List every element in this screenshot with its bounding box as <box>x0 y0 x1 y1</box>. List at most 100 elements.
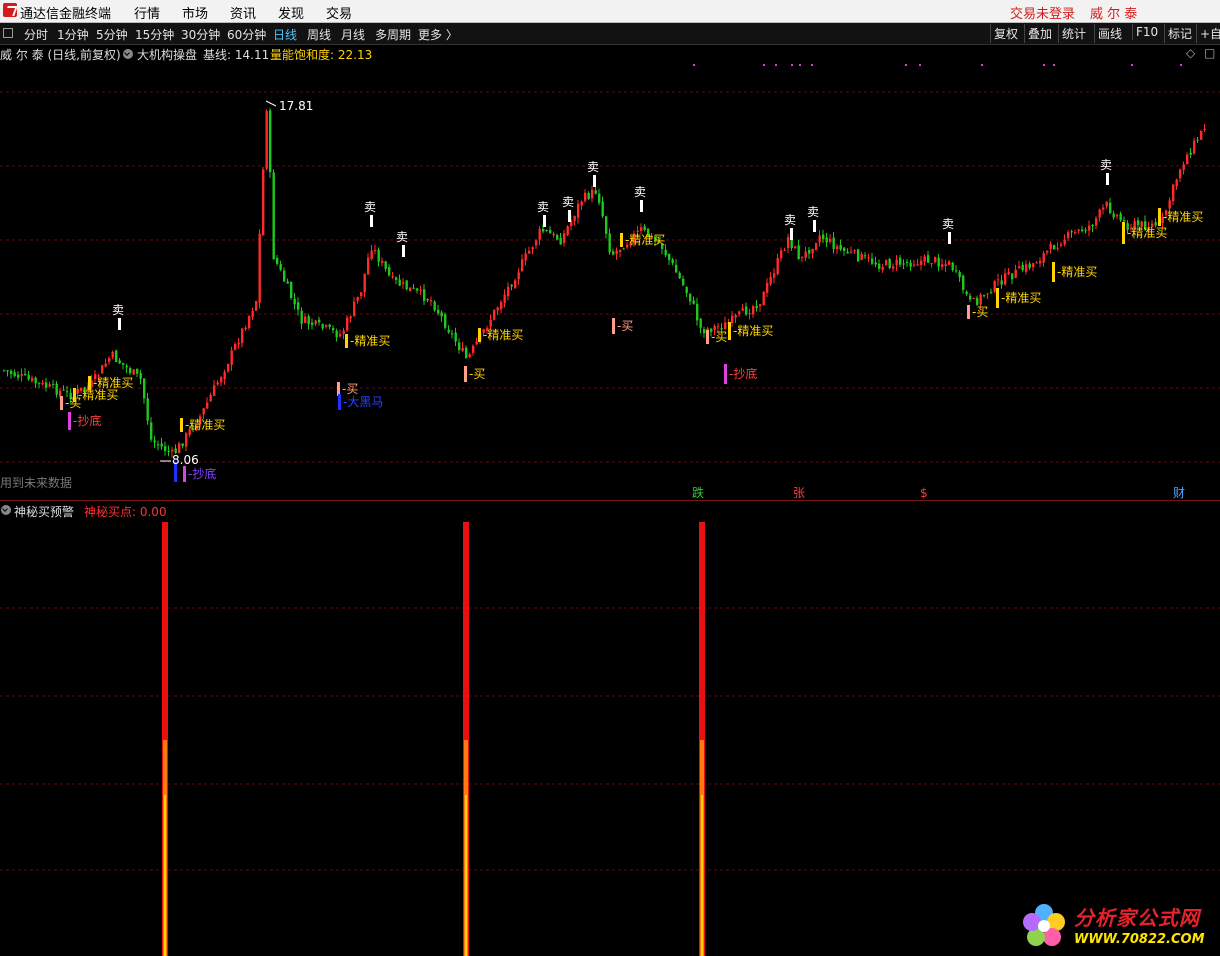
candle-body <box>535 240 538 246</box>
candle-body <box>836 246 839 250</box>
candle-body <box>374 250 377 252</box>
precise-buy-label: -精准买 <box>350 334 390 348</box>
future-data-note: 用到未来数据 <box>0 476 73 490</box>
candle-body <box>468 354 471 358</box>
candle-body <box>321 324 324 329</box>
candle-body <box>1060 244 1063 246</box>
bottom-label: -抄底 <box>73 413 101 428</box>
candle-body <box>66 391 69 393</box>
candle-body <box>143 378 146 399</box>
candle-body <box>976 298 979 305</box>
candle-body <box>1175 179 1178 187</box>
precise-buy-bar <box>1122 222 1125 244</box>
candle-body <box>1011 273 1014 280</box>
candle-body <box>752 306 755 315</box>
candle-body <box>181 443 184 447</box>
candle-body <box>598 193 601 203</box>
candle-body <box>451 333 454 335</box>
indicator-panel-name[interactable]: 神秘买预警 <box>14 503 74 520</box>
candle-body <box>895 259 898 266</box>
candle-body <box>1067 232 1070 239</box>
sell-bar <box>813 220 816 232</box>
top-dot <box>799 64 801 66</box>
candle-body <box>594 190 597 194</box>
sell-bar <box>402 245 405 257</box>
candle-body <box>909 262 912 267</box>
top-dot <box>1180 64 1182 66</box>
candle-body <box>822 234 825 240</box>
indicator-dropdown-icon-2[interactable] <box>1 505 11 515</box>
candle-body <box>503 294 506 304</box>
sell-bar <box>543 215 546 227</box>
candle-body <box>157 444 160 446</box>
indicator-panel-value: 神秘买点: 0.00 <box>84 505 167 519</box>
candle-body <box>605 216 608 234</box>
precise-buy-bar <box>345 334 348 348</box>
sell-label: 卖 <box>634 185 646 199</box>
candle-body <box>325 325 328 327</box>
candle-body <box>685 286 688 294</box>
candle-body <box>864 255 867 257</box>
candle-body <box>167 450 170 452</box>
candle-body <box>213 385 216 396</box>
candle-body <box>269 110 272 173</box>
candle-body <box>797 245 800 259</box>
candle-body <box>405 280 408 290</box>
buy-label: -买 <box>711 330 727 344</box>
candle-body <box>1091 224 1094 227</box>
panel-divider[interactable] <box>0 500 1220 501</box>
candle-body <box>1102 207 1105 210</box>
candle-body <box>1074 232 1077 234</box>
precise-buy-label: -精准买 <box>1163 210 1203 224</box>
candle-body <box>808 249 811 254</box>
flower-logo-icon <box>1023 904 1065 946</box>
candle-body <box>55 383 58 395</box>
candle-body <box>643 226 646 230</box>
candle-body <box>682 278 685 286</box>
candle-body <box>118 360 121 364</box>
candle-body <box>500 302 503 310</box>
kline-chart[interactable]: 卖卖卖卖 卖卖卖卖卖卖卖-精准买-精准买-精准买-精准买 -精准买-精准买-精准买-… <box>0 0 1220 956</box>
buy-label: -买 <box>469 367 485 381</box>
candle-body <box>206 402 209 409</box>
top-dot <box>1053 64 1055 66</box>
candle-body <box>234 343 237 350</box>
candle-body <box>888 258 891 268</box>
candle-body <box>356 296 359 301</box>
price-high-pointer <box>265 100 277 107</box>
candle-body <box>45 382 48 388</box>
candle-body <box>493 309 496 320</box>
candle-body <box>860 253 863 260</box>
candle-body <box>699 318 702 328</box>
buy-label: -买 <box>617 319 633 333</box>
sell-bar <box>1106 173 1109 185</box>
candle-body <box>111 351 114 358</box>
sell-bar <box>948 232 951 244</box>
buy-label: -买 <box>972 305 988 319</box>
candle-body <box>3 370 6 372</box>
candle-body <box>825 237 828 243</box>
precise-buy-bar <box>620 233 623 247</box>
candle-body <box>983 295 986 297</box>
signal-labels: 卖卖卖卖 卖卖卖卖卖卖卖-精准买-精准买-精准买-精准买 -精准买-精准买-精准买-… <box>65 99 1203 500</box>
candle-body <box>566 226 569 235</box>
candle-body <box>563 233 566 243</box>
candle-body <box>300 310 303 324</box>
candle-body <box>958 271 961 278</box>
candle-body <box>1179 169 1182 179</box>
candle-body <box>878 263 881 269</box>
candle-body <box>1137 220 1140 226</box>
candle-body <box>1193 140 1196 154</box>
candle-body <box>703 329 706 334</box>
candle-body <box>741 308 744 311</box>
sell-label: 卖 <box>537 200 549 214</box>
candle-body <box>573 215 576 221</box>
precise-buy-bar <box>728 322 731 340</box>
candle-body <box>1004 273 1007 285</box>
watermark-url: WWW.70822.COM <box>1074 932 1205 947</box>
candle-body <box>587 193 590 199</box>
candle-body <box>549 229 552 234</box>
candle-body <box>762 291 765 306</box>
candle-body <box>279 264 282 270</box>
buy-bar <box>464 366 467 382</box>
